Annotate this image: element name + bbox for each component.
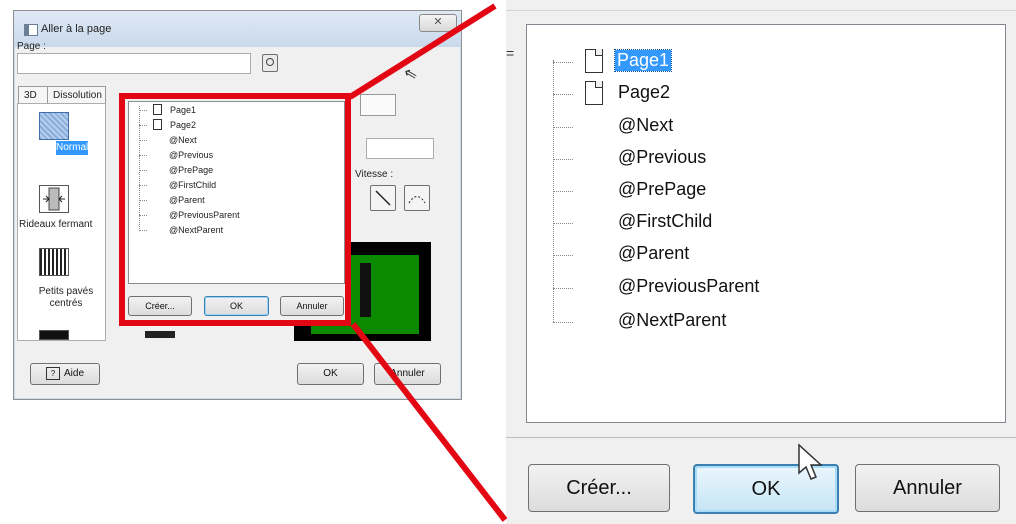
- callout-line-top: [348, 3, 497, 100]
- zoom-callout-lines: [348, 3, 508, 522]
- callout-line-bottom: [350, 322, 508, 522]
